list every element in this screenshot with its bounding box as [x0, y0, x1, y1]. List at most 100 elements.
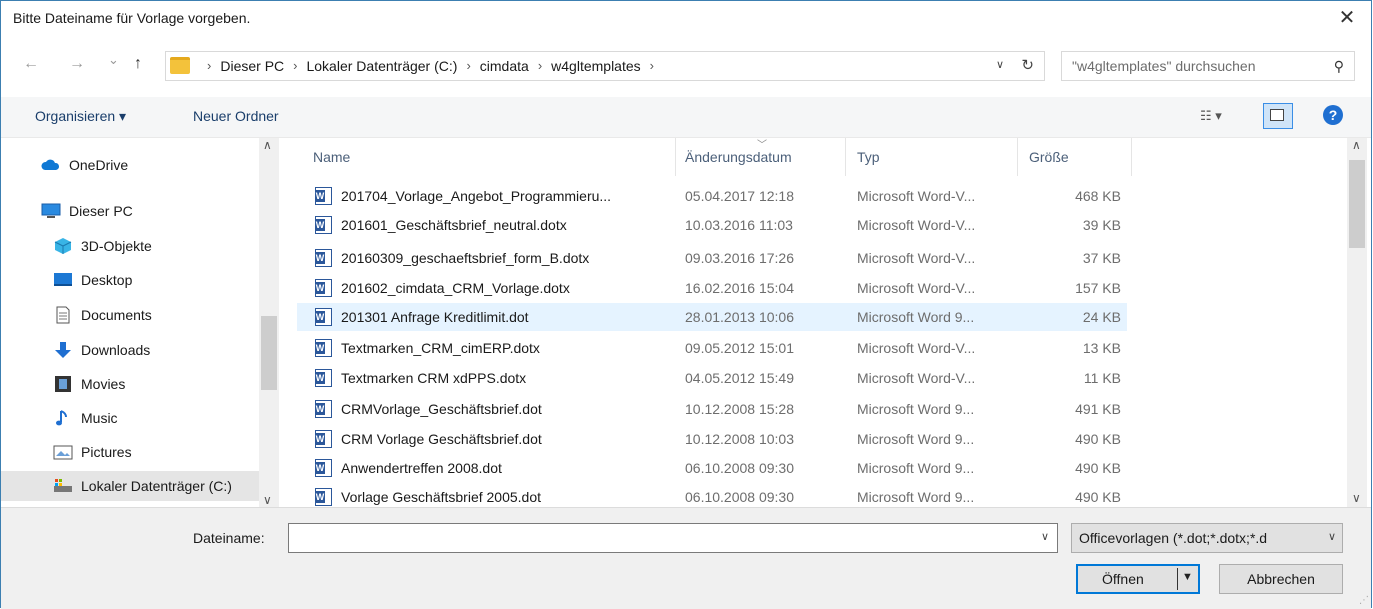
address-bar[interactable]: › Dieser PC › Lokaler Datenträger (C:) ›…	[165, 51, 1045, 81]
column-header-date[interactable]: Änderungsdatum	[685, 138, 792, 176]
open-options-dropdown-icon[interactable]: ▼	[1182, 571, 1193, 583]
file-date: 28.01.2013 10:06	[685, 309, 794, 325]
file-row[interactable]: W 20160309_geschaeftsbrief_form_B.dotx 0…	[297, 244, 1127, 272]
file-row[interactable]: W 201602_cimdata_CRM_Vorlage.dotx 16.02.…	[297, 274, 1127, 302]
sidebar-item-this-pc[interactable]: Dieser PC	[1, 196, 279, 226]
computer-icon	[41, 203, 61, 218]
breadcrumb-w4gltemplates[interactable]: w4gltemplates	[551, 58, 641, 74]
breadcrumb-separator: ›	[207, 58, 212, 73]
save-template-dialog: Bitte Dateiname für Vorlage vorgeben. ✕ …	[0, 0, 1372, 609]
scrollbar-thumb[interactable]	[261, 316, 277, 390]
cancel-button[interactable]: Abbrechen	[1219, 564, 1343, 594]
chevron-down-icon[interactable]: ∨	[1041, 530, 1049, 543]
file-size: 490 KB	[1075, 460, 1121, 476]
file-type: Microsoft Word 9...	[857, 309, 975, 325]
file-date: 16.02.2016 15:04	[685, 280, 794, 296]
file-row[interactable]: W Vorlage Geschäftsbrief 2005.dot 06.10.…	[297, 483, 1127, 507]
column-divider[interactable]	[1131, 138, 1132, 176]
file-row[interactable]: W 201704_Vorlage_Angebot_Programmieru...…	[297, 182, 1127, 210]
file-list-scrollbar[interactable]: ∧ ∨	[1347, 138, 1367, 507]
column-header-type[interactable]: Typ	[857, 138, 880, 176]
sidebar-item-onedrive[interactable]: OneDrive	[1, 150, 279, 180]
organize-menu[interactable]: Organisieren ▾	[35, 108, 126, 125]
file-name: CRM Vorlage Geschäftsbrief.dot	[341, 431, 542, 447]
help-icon[interactable]: ?	[1323, 105, 1343, 125]
address-dropdown-icon[interactable]: ∨	[996, 58, 1004, 71]
column-divider[interactable]	[1017, 138, 1018, 176]
navigation-scrollbar[interactable]: ∧ ∨	[259, 138, 279, 507]
dialog-title: Bitte Dateiname für Vorlage vorgeben.	[13, 10, 251, 26]
download-icon	[55, 342, 71, 358]
open-button[interactable]: Öffnen ▼	[1076, 564, 1200, 594]
scroll-up-icon[interactable]: ∧	[1352, 138, 1361, 152]
file-row[interactable]: W CRM Vorlage Geschäftsbrief.dot 10.12.2…	[297, 425, 1127, 453]
up-arrow-icon[interactable]: ↑	[134, 55, 142, 73]
breadcrumb-local-drive[interactable]: Lokaler Datenträger (C:)	[306, 58, 457, 74]
refresh-icon[interactable]: ↻	[1021, 56, 1034, 74]
file-date: 06.10.2008 09:30	[685, 489, 794, 505]
file-row[interactable]: W Anwendertreffen 2008.dot 06.10.2008 09…	[297, 454, 1127, 482]
file-type: Microsoft Word-V...	[857, 217, 976, 233]
sidebar-item-downloads[interactable]: Downloads	[1, 335, 279, 365]
sidebar-item-label: Movies	[81, 376, 126, 392]
forward-arrow-icon[interactable]: →	[69, 55, 85, 73]
file-row[interactable]: W 201601_Geschäftsbrief_neutral.dotx 10.…	[297, 211, 1127, 239]
column-divider[interactable]	[845, 138, 846, 176]
column-divider[interactable]	[675, 138, 676, 176]
file-size: 13 KB	[1082, 340, 1121, 356]
sidebar-item-pictures[interactable]: Pictures	[1, 437, 279, 467]
breadcrumb-cimdata[interactable]: cimdata	[480, 58, 529, 74]
file-row[interactable]: W CRMVorlage_Geschäftsbrief.dot 10.12.20…	[297, 395, 1127, 423]
scroll-up-icon[interactable]: ∧	[263, 138, 272, 152]
scrollbar-thumb[interactable]	[1349, 160, 1365, 248]
sidebar-item-label: Dieser PC	[69, 203, 133, 219]
file-date: 09.05.2012 15:01	[685, 340, 794, 356]
new-folder-button[interactable]: Neuer Ordner	[193, 108, 279, 124]
preview-pane-icon[interactable]	[1263, 103, 1293, 129]
sidebar-item-3d-objects[interactable]: 3D-Objekte	[1, 231, 279, 261]
sidebar-item-desktop[interactable]: Desktop	[1, 265, 279, 295]
column-header-size[interactable]: Größe	[1029, 138, 1069, 176]
sidebar-item-label: Downloads	[81, 342, 151, 358]
close-icon: ✕	[1338, 6, 1356, 29]
navigation-pane: OneDrive Dieser PC 3D-Objekte Desktop Do…	[1, 138, 279, 507]
resize-grip-icon[interactable]: ⋰	[1359, 595, 1369, 606]
sidebar-item-music[interactable]: Music	[1, 403, 279, 433]
word-document-icon: W	[315, 400, 332, 418]
breadcrumb-this-pc[interactable]: Dieser PC	[220, 58, 284, 74]
filename-input[interactable]: ∨	[288, 523, 1058, 553]
sidebar-item-label: Lokaler Datenträger (C:)	[81, 478, 232, 494]
sidebar-item-documents[interactable]: Documents	[1, 300, 279, 330]
file-row[interactable]: W 201301 Anfrage Kreditlimit.dot 28.01.2…	[297, 303, 1127, 331]
search-icon[interactable]: ⚲	[1334, 58, 1344, 75]
word-document-icon: W	[315, 187, 332, 205]
file-type: Microsoft Word 9...	[857, 401, 975, 417]
file-row[interactable]: W Textmarken CRM xdPPS.dotx 04.05.2012 1…	[297, 364, 1127, 392]
column-header-name[interactable]: Name	[313, 138, 350, 176]
filename-label: Dateiname:	[193, 530, 265, 546]
sidebar-item-movies[interactable]: Movies	[1, 369, 279, 399]
file-type-filter-select[interactable]: Officevorlagen (*.dot;*.dotx;*.d ∨	[1071, 523, 1343, 553]
breadcrumb-separator[interactable]: ›	[650, 58, 654, 74]
breadcrumb-separator[interactable]: ›	[293, 58, 297, 74]
chevron-down-icon[interactable]: ∨	[1328, 530, 1336, 543]
search-input[interactable]: "w4gltemplates" durchsuchen ⚲	[1061, 51, 1355, 81]
cloud-icon	[41, 159, 60, 170]
scroll-down-icon[interactable]: ∨	[263, 493, 272, 507]
open-button-label: Öffnen	[1102, 571, 1144, 587]
view-options-icon[interactable]: ☷ ▾	[1200, 108, 1222, 124]
breadcrumb: › Dieser PC › Lokaler Datenträger (C:) ›…	[198, 58, 663, 74]
document-icon	[56, 306, 70, 324]
close-button[interactable]: ✕	[1325, 1, 1369, 33]
file-name: 201301 Anfrage Kreditlimit.dot	[341, 309, 529, 325]
sidebar-item-label: Desktop	[81, 272, 133, 288]
file-type: Microsoft Word-V...	[857, 188, 976, 204]
scroll-down-icon[interactable]: ∨	[1352, 491, 1361, 505]
recent-locations-icon[interactable]: ⌄	[108, 52, 119, 68]
back-arrow-icon[interactable]: ←	[23, 55, 39, 73]
file-row[interactable]: W Textmarken_CRM_cimERP.dotx 09.05.2012 …	[297, 334, 1127, 362]
sidebar-item-local-drive[interactable]: Lokaler Datenträger (C:)	[1, 471, 279, 501]
file-size: 468 KB	[1075, 188, 1121, 204]
breadcrumb-separator[interactable]: ›	[466, 58, 470, 74]
breadcrumb-separator[interactable]: ›	[538, 58, 542, 74]
